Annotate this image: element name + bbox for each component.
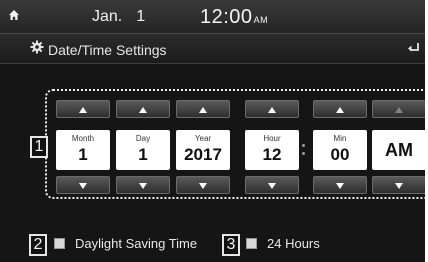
callout-1: 1 (30, 136, 48, 158)
ampm-field: AM (372, 130, 426, 170)
ampm-up-button[interactable] (372, 100, 426, 118)
hour-field: Hour 12 (245, 130, 299, 170)
month-down-button[interactable] (56, 176, 110, 194)
arrow-up-icon (199, 100, 207, 118)
status-clock: 12:00AM (200, 6, 268, 29)
hour-up-button[interactable] (245, 100, 299, 118)
arrow-down-icon (336, 176, 344, 194)
year-down-button[interactable] (176, 176, 230, 194)
gear-icon (30, 40, 44, 59)
arrow-up-icon (139, 100, 147, 118)
arrow-down-icon (268, 176, 276, 194)
arrow-down-icon (395, 176, 403, 194)
arrow-up-icon (395, 100, 403, 118)
daylight-saving-checkbox[interactable] (54, 238, 65, 249)
arrow-up-icon (336, 100, 344, 118)
status-bar: Jan. 1 12:00AM (0, 0, 428, 34)
24-hours-checkbox[interactable] (246, 238, 257, 249)
screen: Jan. 1 12:00AM Date/Time Settings 1 Mont… (0, 0, 428, 262)
status-day: 1 (136, 8, 146, 25)
year-field: Year 2017 (176, 130, 230, 170)
min-up-button[interactable] (313, 100, 367, 118)
min-value: 00 (330, 145, 350, 164)
arrow-up-icon (268, 100, 276, 118)
status-time: 12:00 (200, 6, 253, 28)
arrow-down-icon (199, 176, 207, 194)
home-button[interactable] (0, 0, 28, 34)
callout-3: 3 (222, 234, 240, 256)
arrow-up-icon (79, 100, 87, 118)
status-date: Jan. 1 (92, 8, 145, 26)
month-value: 1 (78, 145, 88, 164)
page-title: Date/Time Settings (48, 42, 167, 58)
day-down-button[interactable] (116, 176, 170, 194)
status-ampm: AM (253, 15, 269, 25)
arrow-down-icon (79, 176, 87, 194)
arrow-down-icon (139, 176, 147, 194)
callout-2: 2 (29, 234, 47, 256)
month-up-button[interactable] (56, 100, 110, 118)
min-down-button[interactable] (313, 176, 367, 194)
min-field: Min 00 (313, 130, 367, 170)
day-up-button[interactable] (116, 100, 170, 118)
year-label: Year (194, 134, 212, 143)
month-label: Month (71, 134, 95, 143)
ampm-down-button[interactable] (372, 176, 426, 194)
day-label: Day (135, 134, 151, 143)
day-value: 1 (138, 145, 148, 164)
hour-down-button[interactable] (245, 176, 299, 194)
day-field: Day 1 (116, 130, 170, 170)
daylight-saving-label[interactable]: Daylight Saving Time (75, 236, 197, 251)
back-icon (406, 40, 420, 58)
ampm-value: AM (385, 140, 413, 160)
year-up-button[interactable] (176, 100, 230, 118)
hour-value: 12 (262, 145, 282, 164)
status-month: Jan. (92, 8, 123, 25)
back-button[interactable] (398, 38, 428, 60)
min-label: Min (333, 134, 347, 143)
year-value: 2017 (184, 145, 222, 164)
time-separator (302, 144, 305, 156)
month-field: Month 1 (56, 130, 110, 170)
title-bar: Date/Time Settings (0, 34, 428, 64)
home-icon (8, 8, 20, 26)
hour-label: Hour (263, 134, 281, 143)
24-hours-label[interactable]: 24 Hours (267, 236, 320, 251)
